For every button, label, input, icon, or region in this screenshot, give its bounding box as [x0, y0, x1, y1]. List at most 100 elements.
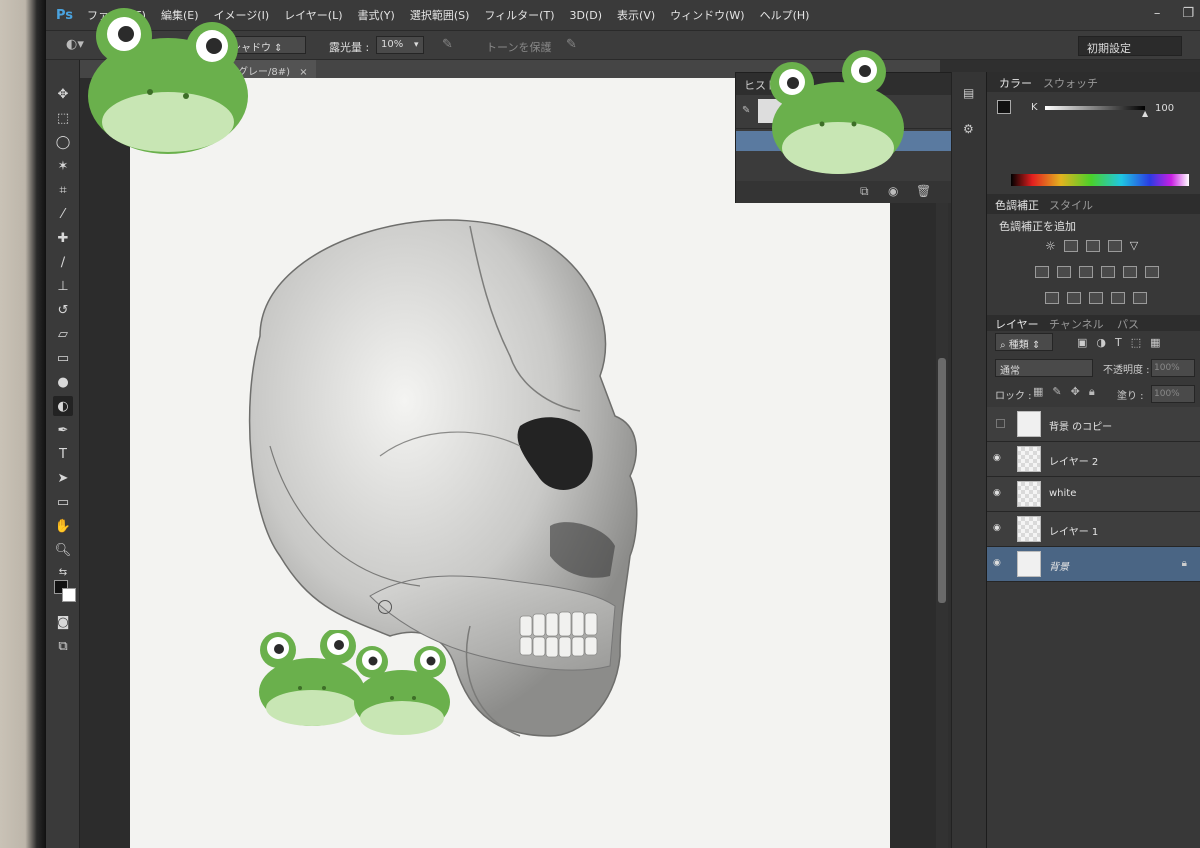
- magic-wand-icon[interactable]: ✶: [53, 156, 73, 176]
- tab-paths[interactable]: パス: [1117, 316, 1139, 332]
- tab-swatches[interactable]: スウォッチ: [1043, 75, 1098, 91]
- menu-select[interactable]: 選択範囲(S): [410, 7, 470, 23]
- pen-tool-icon[interactable]: ✒: [53, 420, 73, 440]
- menu-type[interactable]: 書式(Y): [358, 7, 395, 23]
- screen-mode-icon[interactable]: ⧉: [53, 636, 73, 656]
- color-panel-foreground-swatch[interactable]: [997, 100, 1011, 114]
- lock-image-icon[interactable]: ✎: [1052, 385, 1061, 399]
- type-tool-icon[interactable]: T: [53, 444, 73, 464]
- menu-view[interactable]: 表示(V): [617, 7, 655, 23]
- selective-color-icon[interactable]: [1133, 292, 1147, 304]
- tab-color[interactable]: カラー: [999, 75, 1032, 91]
- color-spectrum[interactable]: [1011, 174, 1189, 186]
- layer-filter-dropdown[interactable]: ⌕ 種類 ⇕: [995, 333, 1053, 351]
- tab-adjustments[interactable]: 色調補正: [995, 197, 1039, 213]
- eye-icon[interactable]: ◉: [993, 523, 1007, 535]
- airbrush-icon[interactable]: ✎: [442, 37, 453, 52]
- color-lookup-icon[interactable]: [1145, 266, 1159, 278]
- gradient-tool-icon[interactable]: ▭: [53, 348, 73, 368]
- eyedropper-icon[interactable]: ⁄: [53, 204, 73, 224]
- properties-dock-icon[interactable]: ⚙: [963, 122, 981, 140]
- k-slider-thumb[interactable]: ▲: [1142, 109, 1148, 118]
- dodge-tool-icon[interactable]: ◐: [53, 396, 73, 416]
- k-slider[interactable]: [1045, 106, 1145, 110]
- history-dock-icon[interactable]: ▤: [963, 86, 981, 104]
- invert-icon[interactable]: [1045, 292, 1059, 304]
- opacity-field[interactable]: 100%: [1151, 359, 1195, 377]
- new-document-from-state-icon[interactable]: ⧉: [860, 184, 869, 199]
- channel-mixer-icon[interactable]: [1123, 266, 1137, 278]
- move-tool-icon[interactable]: ✥: [53, 84, 73, 104]
- exposure-dropdown-arrow-icon[interactable]: ▾: [414, 40, 419, 50]
- filter-shape-icon[interactable]: ⬚: [1131, 336, 1141, 349]
- layer-row[interactable]: ◉ 背景 🔒︎: [987, 547, 1200, 582]
- menu-window[interactable]: ウィンドウ(W): [670, 7, 744, 23]
- background-color[interactable]: [62, 588, 76, 602]
- menu-3d[interactable]: 3D(D): [570, 9, 603, 22]
- tab-styles[interactable]: スタイル: [1049, 197, 1093, 213]
- curves-icon[interactable]: [1085, 240, 1100, 252]
- layer-row[interactable]: 背景 のコピー: [987, 407, 1200, 442]
- stamp-tool-icon[interactable]: ⊥: [53, 276, 73, 296]
- k-value-field[interactable]: 100: [1155, 103, 1195, 119]
- history-brush-icon[interactable]: ↺: [53, 300, 73, 320]
- lock-transparency-icon[interactable]: ▦: [1033, 385, 1043, 399]
- brush-tool-icon[interactable]: ∕: [53, 252, 73, 272]
- healing-brush-icon[interactable]: ✚: [53, 228, 73, 248]
- swap-colors-icon[interactable]: ⇆: [53, 562, 73, 582]
- eraser-tool-icon[interactable]: ▱: [53, 324, 73, 344]
- eye-icon[interactable]: ◉: [993, 488, 1007, 500]
- filter-adjustment-icon[interactable]: ◑: [1096, 336, 1106, 349]
- lock-position-icon[interactable]: ✥: [1071, 385, 1080, 399]
- history-brush-source-icon[interactable]: ✎: [742, 105, 750, 116]
- black-white-icon[interactable]: [1079, 266, 1093, 278]
- gradient-map-icon[interactable]: [1111, 292, 1125, 304]
- marquee-tool-icon[interactable]: ⬚: [53, 108, 73, 128]
- quick-mask-icon[interactable]: ◙: [53, 612, 73, 632]
- zoom-tool-icon[interactable]: 🔍︎: [53, 540, 73, 560]
- posterize-icon[interactable]: [1067, 292, 1081, 304]
- photo-filter-icon[interactable]: [1101, 266, 1115, 278]
- layer-row[interactable]: ◉ レイヤー 1: [987, 512, 1200, 547]
- close-tab-icon[interactable]: ×: [299, 67, 307, 78]
- scrollbar-thumb[interactable]: [938, 358, 946, 603]
- restore-button[interactable]: ❐: [1182, 6, 1194, 21]
- color-swatches[interactable]: [54, 580, 76, 602]
- vibrance-icon[interactable]: ▽: [1130, 240, 1138, 252]
- menu-help[interactable]: ヘルプ(H): [760, 7, 810, 23]
- menu-filter[interactable]: フィルター(T): [484, 7, 554, 23]
- tab-channels[interactable]: チャンネル: [1049, 316, 1104, 332]
- filter-smart-object-icon[interactable]: ▦: [1150, 336, 1160, 349]
- layer-row[interactable]: ◉ レイヤー 2: [987, 442, 1200, 477]
- color-balance-icon[interactable]: [1057, 266, 1071, 278]
- minimize-button[interactable]: –: [1154, 6, 1161, 21]
- blend-mode-dropdown[interactable]: 通常: [995, 359, 1093, 377]
- levels-icon[interactable]: [1063, 240, 1078, 252]
- protect-tones-checkbox[interactable]: トーンを保護: [486, 39, 551, 55]
- fill-field[interactable]: 100%: [1151, 385, 1195, 403]
- layer-visibility-toggle[interactable]: [996, 419, 1005, 428]
- blur-tool-icon[interactable]: ●: [53, 372, 73, 392]
- trash-icon[interactable]: 🗑︎: [916, 184, 931, 198]
- filter-type-icon[interactable]: T: [1115, 336, 1122, 349]
- exposure-icon[interactable]: [1107, 240, 1122, 252]
- hue-saturation-icon[interactable]: [1035, 266, 1049, 278]
- threshold-icon[interactable]: [1089, 292, 1103, 304]
- dodge-tool-preset-icon[interactable]: ◐▾: [66, 37, 84, 52]
- filter-pixel-icon[interactable]: ▣: [1077, 336, 1087, 349]
- brightness-icon[interactable]: ☼: [1045, 240, 1056, 252]
- eye-icon[interactable]: ◉: [993, 453, 1007, 465]
- lock-all-icon[interactable]: 🔒︎: [1089, 385, 1095, 399]
- crop-tool-icon[interactable]: ⌗: [53, 180, 73, 200]
- path-selection-icon[interactable]: ➤: [53, 468, 73, 488]
- pressure-icon[interactable]: ✎: [566, 37, 577, 52]
- eye-icon[interactable]: ◉: [993, 558, 1007, 570]
- layer-row[interactable]: ◉ white: [987, 477, 1200, 512]
- workspace-switcher[interactable]: 初期設定: [1078, 36, 1182, 56]
- shape-tool-icon[interactable]: ▭: [53, 492, 73, 512]
- menu-layer[interactable]: レイヤー(L): [284, 7, 342, 23]
- lasso-tool-icon[interactable]: ◯: [53, 132, 73, 152]
- hand-tool-icon[interactable]: ✋: [53, 516, 73, 536]
- new-snapshot-icon[interactable]: ◉: [888, 184, 898, 198]
- tab-layers[interactable]: レイヤー: [995, 316, 1039, 332]
